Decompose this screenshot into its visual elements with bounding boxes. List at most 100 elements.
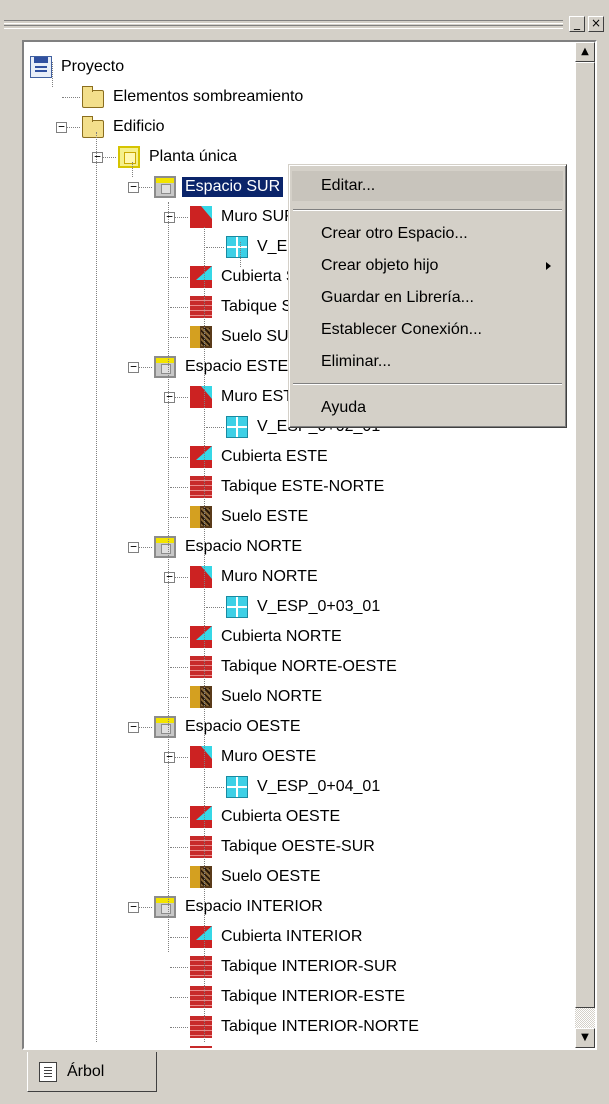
tree-node[interactable]: Tabique NORTE-OESTE <box>190 652 400 682</box>
grip-line <box>4 25 563 29</box>
partition-icon <box>190 1046 212 1048</box>
tree-node-label: Espacio ESTE <box>185 358 289 375</box>
collapse-toggle-icon[interactable]: − <box>128 721 139 733</box>
tree-node[interactable]: V_ESP_0+03_01 <box>226 592 383 622</box>
tab-label: Árbol <box>67 1062 105 1080</box>
tree-node[interactable]: Tabique INTERIOR-NORTE <box>190 1012 422 1042</box>
tree-node[interactable]: Espacio OESTE <box>154 712 304 742</box>
minimize-button[interactable]: _ <box>569 16 585 32</box>
tree-connector <box>170 847 188 848</box>
tree-node[interactable]: Tabique INTERIOR-ESTE <box>190 982 408 1012</box>
roof-icon <box>190 806 212 828</box>
collapse-toggle-icon[interactable]: − <box>128 541 139 553</box>
menu-item-label: Establecer Conexión... <box>321 321 482 338</box>
partition-icon <box>190 296 212 318</box>
tree-node[interactable]: Muro NORTE <box>190 562 321 592</box>
vertical-scrollbar[interactable]: ▲ ▼ <box>575 42 595 1048</box>
collapse-toggle-icon[interactable]: − <box>128 361 139 373</box>
tree-node[interactable]: Cubierta INTERIOR <box>190 922 365 952</box>
tree-node-label: Tabique INTERIOR-OESTE <box>218 1047 421 1048</box>
menu-item[interactable]: Guardar en Librería... <box>292 283 563 313</box>
roof-icon <box>190 266 212 288</box>
tree-connector <box>170 997 188 998</box>
context-menu: Editar... Crear otro Espacio... Crear obje… <box>288 164 567 428</box>
collapse-toggle-icon[interactable]: − <box>128 901 139 913</box>
menu-separator <box>293 383 562 385</box>
tree-node[interactable]: Muro OESTE <box>190 742 319 772</box>
tree-node[interactable]: Suelo OESTE <box>190 862 324 892</box>
tree-guide-line <box>204 227 205 1042</box>
folder-icon <box>82 85 104 108</box>
tree-node[interactable]: Tabique INTERIOR-SUR <box>190 952 400 982</box>
tree-node[interactable]: Suelo ESTE <box>190 502 311 532</box>
window-icon <box>226 596 248 618</box>
scroll-down-button[interactable]: ▼ <box>575 1028 595 1048</box>
tree-node-label: Tabique INTERIOR-SUR <box>221 958 398 975</box>
collapse-toggle-icon[interactable]: − <box>128 181 139 193</box>
tree-node-label: V_ESP_0+03_01 <box>257 598 381 615</box>
tree-node-label: V_ESP_0+04_01 <box>257 778 381 795</box>
tree-node[interactable]: Espacio ESTE <box>154 352 291 382</box>
floor-icon <box>190 866 212 888</box>
tree-connector <box>170 517 188 518</box>
tree-node[interactable]: Suelo SUR <box>190 322 303 352</box>
tab-arbol[interactable]: Árbol <box>27 1052 157 1092</box>
tree-connector <box>62 97 80 98</box>
tree-connector <box>206 247 224 248</box>
menu-item[interactable]: Crear otro Espacio... <box>292 219 563 249</box>
window-icon <box>226 236 248 258</box>
tree-node-label: Tabique INTERIOR-NORTE <box>221 1018 419 1035</box>
collapse-toggle-icon[interactable]: − <box>164 391 175 403</box>
tree-node[interactable]: Edificio <box>82 112 168 142</box>
tree-node-label: Muro SUR <box>221 208 296 225</box>
menu-item[interactable]: Editar... <box>292 171 563 201</box>
tree-node-label: Elementos sombreamiento <box>113 88 304 105</box>
tree-connector <box>206 427 224 428</box>
wall-icon <box>190 386 212 408</box>
collapse-toggle-icon[interactable]: − <box>92 151 103 163</box>
partition-icon <box>190 476 212 498</box>
tree-node[interactable]: Tabique INTERIOR-OESTE <box>190 1042 421 1048</box>
tree-node[interactable]: Suelo NORTE <box>190 682 325 712</box>
collapse-toggle-icon[interactable]: − <box>164 751 175 763</box>
menu-item[interactable]: Establecer Conexión... <box>292 315 563 345</box>
menu-item[interactable]: Eliminar... <box>292 347 563 377</box>
tree-node[interactable]: Espacio SUR <box>154 172 285 202</box>
space-icon <box>154 176 176 198</box>
scroll-up-button[interactable]: ▲ <box>575 42 595 62</box>
tree-node-label: Cubierta NORTE <box>221 628 342 645</box>
partition-icon <box>190 836 212 858</box>
tree-node[interactable]: Muro SUR <box>190 202 299 232</box>
tree-node[interactable]: Espacio NORTE <box>154 532 305 562</box>
tree-connector <box>170 337 188 338</box>
tree-node[interactable]: Espacio INTERIOR <box>154 892 326 922</box>
tree-node[interactable]: Planta única <box>118 142 240 172</box>
tree-node[interactable]: Cubierta OESTE <box>190 802 343 832</box>
scroll-thumb[interactable] <box>575 62 595 1008</box>
tree-node-label: Muro NORTE <box>221 568 318 585</box>
space-icon <box>154 896 176 918</box>
collapse-toggle-icon[interactable]: − <box>164 571 175 583</box>
tree-node-label: Suelo NORTE <box>221 688 323 705</box>
collapse-toggle-icon[interactable]: − <box>164 211 175 223</box>
grip-line <box>4 20 563 24</box>
menu-item-label: Ayuda <box>321 399 367 416</box>
tree-connector <box>170 697 188 698</box>
tree-node[interactable]: Tabique OESTE-SUR <box>190 832 378 862</box>
tree-node[interactable]: Elementos sombreamiento <box>82 82 306 112</box>
tree-node[interactable]: Cubierta ESTE <box>190 442 331 472</box>
panel-title-bar[interactable]: _ × <box>0 0 609 34</box>
close-button[interactable]: × <box>588 16 604 32</box>
window-icon <box>226 776 248 798</box>
tree-node[interactable]: Proyecto <box>30 52 127 82</box>
tree-node-label: Edificio <box>113 118 165 135</box>
tree-node[interactable]: V_ESP_0+04_01 <box>226 772 383 802</box>
menu-separator <box>293 209 562 211</box>
menu-item[interactable]: Crear objeto hijo <box>292 251 563 281</box>
tree-node[interactable]: Cubierta NORTE <box>190 622 345 652</box>
partition-icon <box>190 956 212 978</box>
menu-item[interactable]: Ayuda <box>292 393 563 423</box>
collapse-toggle-icon[interactable]: − <box>56 121 67 133</box>
tree-node[interactable]: Tabique ESTE-NORTE <box>190 472 387 502</box>
wall-icon <box>190 746 212 768</box>
